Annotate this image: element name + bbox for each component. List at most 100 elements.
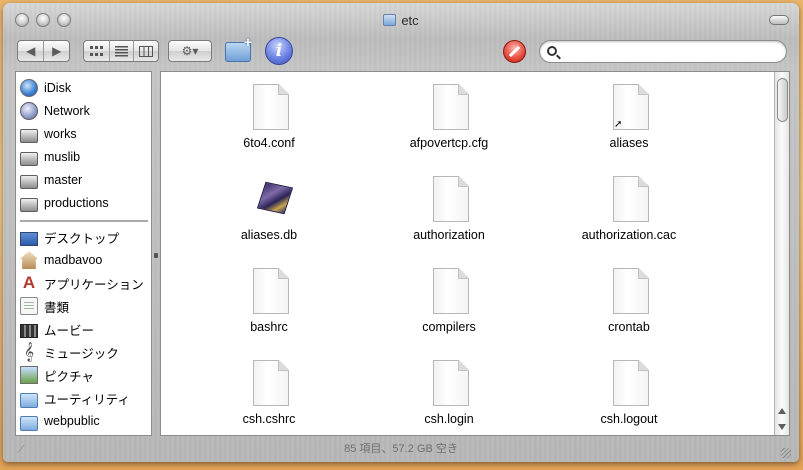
page-fold — [638, 84, 649, 95]
file-item[interactable]: csh.login — [369, 350, 529, 430]
sidebar-item-webpublic[interactable]: webpublic — [20, 410, 150, 432]
toolbar-toggle-button[interactable] — [769, 15, 789, 25]
icon-view-icon — [89, 45, 103, 56]
sidebar-item-label: madbavoo — [44, 253, 103, 267]
list-view-button[interactable] — [108, 41, 134, 61]
file-item[interactable]: authorization — [369, 166, 529, 246]
sidebar-item-documents[interactable]: 書類 — [20, 295, 150, 317]
icon-view-button[interactable] — [84, 41, 109, 61]
file-name: compilers — [422, 320, 476, 334]
new-folder-button[interactable]: + — [223, 35, 255, 65]
applications-icon: A — [22, 273, 36, 292]
file-item[interactable]: bashrc — [189, 258, 349, 338]
page-fold — [278, 360, 289, 371]
file-item[interactable]: crontab — [549, 258, 709, 338]
alias-arrow-icon: ➚ — [614, 119, 623, 130]
file-name: csh.logout — [600, 412, 658, 426]
get-info-button[interactable]: i — [265, 37, 293, 65]
sidebar-item-label: ユーティリティ — [44, 392, 131, 407]
title-bar[interactable]: etc — [3, 3, 799, 35]
file-icon-view: 6to4.conf afpovertcp.cfg ➚ aliases alias… — [160, 71, 790, 436]
sidebar-item-label: ムービー — [44, 323, 95, 338]
back-button[interactable]: ◀ — [18, 41, 43, 61]
list-view-icon — [114, 45, 128, 56]
sidebar-item-label: 書類 — [44, 300, 70, 315]
vertical-scrollbar[interactable] — [774, 72, 789, 435]
sidebar: iDisk Network works muslib master produc… — [15, 71, 152, 436]
finder-window: etc ◀ ▶ ⚙▾ + i iDisk Network works musli… — [3, 3, 799, 462]
file-item[interactable]: csh.logout — [549, 350, 709, 430]
window-title: etc — [3, 13, 799, 28]
file-item[interactable]: ➚ aliases — [549, 74, 709, 154]
home-icon — [20, 251, 38, 269]
forward-button[interactable]: ▶ — [43, 41, 69, 61]
page-fold — [458, 176, 469, 187]
pictures-icon — [20, 366, 38, 384]
splitter-handle-icon — [154, 253, 158, 258]
column-view-button[interactable] — [133, 41, 158, 61]
file-item[interactable]: compilers — [369, 258, 529, 338]
sidebar-item-label: iDisk — [44, 81, 72, 95]
movies-icon — [20, 324, 38, 338]
no-entry-icon[interactable] — [503, 40, 526, 63]
file-item[interactable]: 6to4.conf — [189, 74, 349, 154]
sidebar-divider[interactable] — [20, 220, 148, 222]
file-name: crontab — [608, 320, 650, 334]
folder-icon — [20, 415, 38, 431]
scroll-down-arrow-icon[interactable] — [778, 424, 786, 430]
file-name: aliases — [609, 136, 649, 150]
resize-grip-icon[interactable] — [781, 448, 791, 458]
sidebar-item-utilities[interactable]: ユーティリティ — [20, 387, 150, 409]
column-view-icon — [139, 45, 154, 57]
scroll-up-arrow-icon[interactable] — [778, 408, 786, 414]
file-item[interactable]: csh.cshrc — [189, 350, 349, 430]
file-item[interactable]: authorization.cac — [549, 166, 709, 246]
search-field[interactable] — [539, 40, 787, 63]
action-menu-button[interactable]: ⚙▾ — [168, 40, 212, 62]
sidebar-item-pictures[interactable]: ピクチャ — [20, 364, 150, 386]
sidebar-item-network[interactable]: Network — [20, 100, 150, 122]
sidebar-item-productions[interactable]: productions — [20, 192, 150, 214]
cube-graphic — [256, 181, 294, 215]
file-item[interactable]: aliases.db — [189, 166, 349, 246]
page-fold — [638, 360, 649, 371]
file-name: authorization.cac — [581, 228, 677, 242]
page-fold — [278, 84, 289, 95]
page-fold — [638, 176, 649, 187]
sidebar-item-label: ミュージック — [44, 346, 119, 361]
sidebar-item-desktop[interactable]: デスクトップ — [20, 226, 150, 248]
folder-icon — [20, 392, 38, 408]
drive-icon — [20, 129, 38, 143]
search-input[interactable] — [562, 43, 772, 60]
sidebar-item-label: muslib — [44, 150, 81, 164]
database-cube-icon — [255, 178, 295, 220]
sidebar-item-music[interactable]: 𝄞 ミュージック — [20, 341, 150, 363]
page-fold — [458, 360, 469, 371]
sidebar-item-home[interactable]: madbavoo — [20, 249, 150, 271]
file-item[interactable]: afpovertcp.cfg — [369, 74, 529, 154]
drive-icon — [20, 198, 38, 212]
search-icon — [547, 46, 557, 56]
sidebar-item-movies[interactable]: ムービー — [20, 318, 150, 340]
sidebar-item-idisk[interactable]: iDisk — [20, 77, 150, 99]
folder-proxy-icon[interactable] — [383, 14, 397, 26]
sidebar-item-works[interactable]: works — [20, 123, 150, 145]
drive-icon — [20, 152, 38, 166]
gear-icon: ⚙▾ — [181, 44, 199, 58]
sidebar-item-label: webpublic — [44, 414, 100, 428]
file-name: csh.cshrc — [242, 412, 296, 426]
sidebar-item-master[interactable]: master — [20, 169, 150, 191]
file-name: authorization — [413, 228, 485, 242]
page-fold — [458, 84, 469, 95]
navigation-buttons: ◀ ▶ — [17, 40, 70, 62]
scroll-thumb[interactable] — [777, 78, 788, 122]
sidebar-item-label: アプリケーション — [44, 277, 144, 292]
sidebar-item-muslib[interactable]: muslib — [20, 146, 150, 168]
file-name: bashrc — [250, 320, 288, 334]
view-mode-buttons — [83, 40, 159, 62]
network-icon — [20, 102, 38, 120]
drive-icon — [20, 175, 38, 189]
file-name: 6to4.conf — [243, 136, 295, 150]
sidebar-item-applications[interactable]: A アプリケーション — [20, 272, 150, 294]
file-name: aliases.db — [240, 228, 298, 242]
